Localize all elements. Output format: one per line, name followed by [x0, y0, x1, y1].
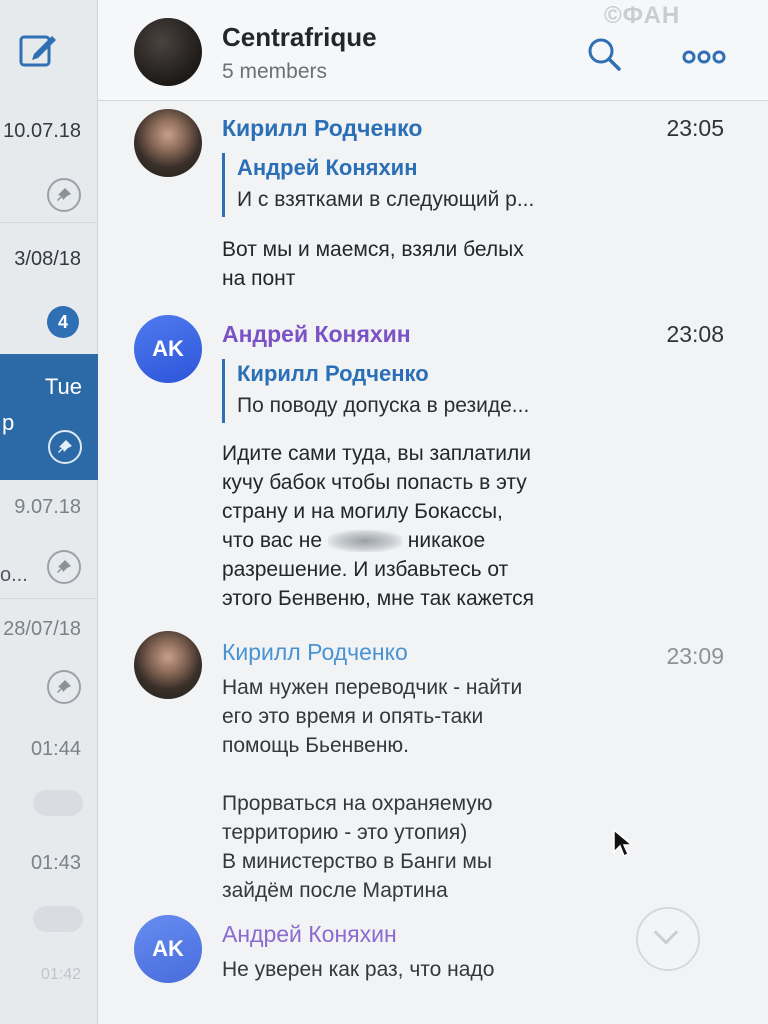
avatar[interactable]: AK — [134, 315, 202, 383]
chat-list-date: 28/07/18 — [3, 618, 81, 640]
message-text: Нам нужен переводчик - найти его это вре… — [222, 676, 523, 902]
sender-name[interactable]: Андрей Коняхин — [222, 321, 411, 348]
chat-list-date: 01:42 — [40, 966, 81, 983]
reply-quote[interactable]: Кирилл Родченко По поводу допуска в рези… — [222, 359, 529, 423]
pinned-icon[interactable] — [47, 550, 81, 584]
scroll-to-bottom-button[interactable] — [636, 907, 700, 971]
chat-list-date: Tue — [44, 374, 82, 399]
watermark: ©ФАН — [604, 2, 681, 29]
message-time: 23:09 — [666, 643, 724, 669]
reply-sender: Кирилл Родченко — [237, 361, 429, 386]
reply-text: И с взятками в следующий р... — [237, 188, 535, 211]
divider — [0, 222, 97, 223]
chat-list-item-active[interactable]: Tue p — [0, 354, 98, 480]
more-options-icon[interactable] — [682, 48, 726, 66]
chat-list-snippet: p — [2, 410, 15, 435]
message-time: 23:08 — [666, 321, 724, 347]
reply-sender: Андрей Коняхин — [237, 155, 418, 180]
avatar[interactable] — [134, 631, 202, 699]
message-list[interactable]: Кирилл Родченко 23:05 Андрей Коняхин И с… — [98, 101, 768, 1024]
chat-list-date: 9.07.18 — [14, 496, 81, 518]
avatar[interactable] — [134, 109, 202, 177]
chat-list-date: 01:43 — [30, 852, 81, 874]
unread-count-badge — [33, 906, 83, 932]
avatar[interactable]: AK — [134, 915, 202, 983]
members-count: 5 members — [222, 60, 328, 83]
mouse-cursor-icon — [612, 828, 635, 858]
chat-list-date: 10.07.18 — [3, 120, 81, 142]
telegram-window: 10.07.18 3/08/18 4 Tue p 9.07.18 o... 28… — [0, 0, 768, 1024]
chat-list-date: 3/08/18 — [14, 248, 81, 270]
group-avatar[interactable] — [134, 18, 202, 86]
sender-name[interactable]: Кирилл Родченко — [222, 639, 408, 666]
redacted-blur — [327, 530, 402, 553]
compose-icon[interactable] — [16, 28, 60, 72]
chat-title[interactable]: Centrafrique — [222, 22, 377, 53]
unread-count-badge — [33, 790, 83, 816]
unread-count-badge: 4 — [47, 306, 79, 338]
message-text: Идите сами туда, вы заплатили кучу бабок… — [222, 439, 622, 613]
reply-quote[interactable]: Андрей Коняхин И с взятками в следующий … — [222, 153, 534, 217]
message-text: Вот мы и маемся, взяли белых на понт — [222, 238, 524, 290]
search-icon[interactable] — [586, 36, 622, 72]
chat-list-snippet: o... — [0, 564, 28, 586]
chat-list-sidebar: 10.07.18 3/08/18 4 Tue p 9.07.18 o... 28… — [0, 0, 98, 1024]
chat-list-date: 01:44 — [30, 738, 81, 760]
pinned-icon[interactable] — [48, 430, 82, 464]
message-time: 23:05 — [666, 115, 724, 141]
reply-text: По поводу допуска в резиде... — [237, 394, 530, 417]
sender-name[interactable]: Кирилл Родченко — [222, 115, 422, 142]
message-text: Не уверен как раз, что надо — [222, 958, 495, 981]
pinned-icon[interactable] — [47, 178, 81, 212]
divider — [0, 598, 97, 599]
sender-name[interactable]: Андрей Коняхин — [222, 921, 397, 948]
pinned-icon[interactable] — [47, 670, 81, 704]
